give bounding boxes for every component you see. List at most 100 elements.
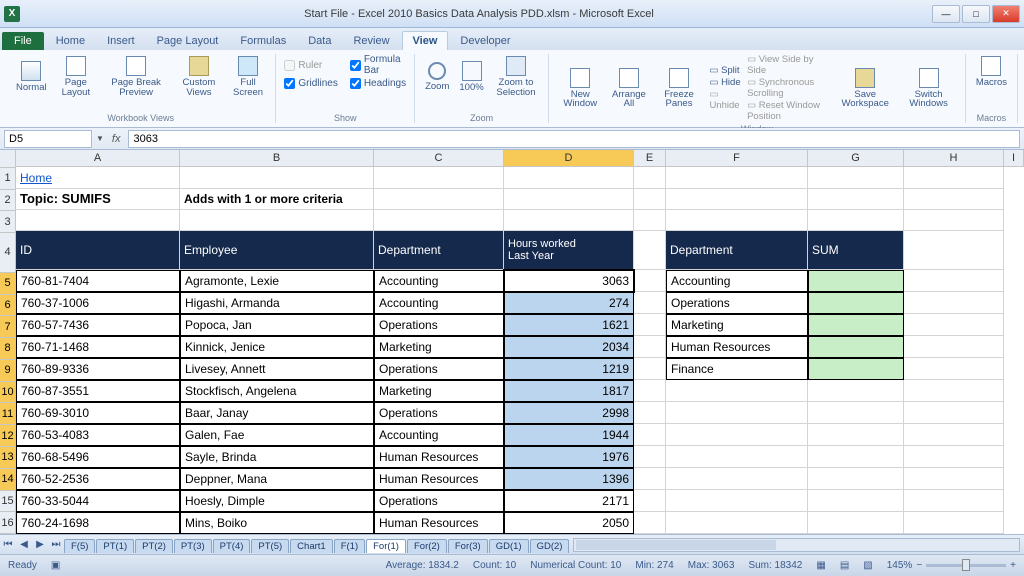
freeze-panes-button[interactable]: Freeze Panes: [655, 66, 704, 111]
cell[interactable]: Higashi, Armanda: [180, 292, 374, 314]
cell[interactable]: [634, 468, 666, 490]
cell[interactable]: [904, 270, 1004, 292]
horizontal-scrollbar[interactable]: [573, 538, 1020, 552]
cell[interactable]: 760-69-3010: [16, 402, 180, 424]
cell[interactable]: Operations: [374, 314, 504, 336]
cell[interactable]: Human Resources: [374, 446, 504, 468]
hide-button[interactable]: ▭ Hide: [709, 77, 741, 88]
cell[interactable]: [904, 424, 1004, 446]
cell[interactable]: [666, 167, 808, 188]
tab-page-layout[interactable]: Page Layout: [147, 32, 229, 50]
save-workspace-button[interactable]: Save Workspace: [836, 66, 894, 111]
cell[interactable]: [634, 292, 666, 314]
cell[interactable]: 760-52-2536: [16, 468, 180, 490]
gridlines-checkbox[interactable]: Gridlines: [284, 78, 337, 89]
cell[interactable]: [808, 380, 904, 402]
cell[interactable]: [808, 336, 904, 358]
row-header[interactable]: 1: [0, 168, 15, 190]
cell[interactable]: 760-81-7404: [16, 270, 180, 292]
cell[interactable]: [666, 446, 808, 468]
cell[interactable]: 760-87-3551: [16, 380, 180, 402]
row-header[interactable]: 11: [0, 403, 15, 425]
cell[interactable]: [666, 512, 808, 534]
cell[interactable]: [904, 336, 1004, 358]
dropdown-icon[interactable]: ▼: [96, 134, 104, 143]
sheet-tab[interactable]: For(1): [366, 539, 406, 553]
row-header[interactable]: 14: [0, 469, 15, 491]
cell[interactable]: [374, 189, 504, 210]
cell[interactable]: 760-53-4083: [16, 424, 180, 446]
cell[interactable]: 760-68-5496: [16, 446, 180, 468]
cell[interactable]: [374, 167, 504, 188]
cell[interactable]: Adds with 1 or more criteria: [180, 189, 374, 210]
row-header[interactable]: 2: [0, 190, 15, 212]
cell[interactable]: [904, 358, 1004, 380]
cell[interactable]: [504, 210, 634, 231]
sheet-tab[interactable]: PT(3): [174, 539, 212, 553]
cell[interactable]: 2034: [504, 336, 634, 358]
cell[interactable]: Human Resources: [374, 468, 504, 490]
cell[interactable]: [16, 210, 180, 231]
cell[interactable]: [904, 167, 1004, 188]
sheet-tab[interactable]: PT(1): [96, 539, 134, 553]
cell[interactable]: [904, 231, 1004, 270]
cell[interactable]: Operations: [666, 292, 808, 314]
cell[interactable]: Operations: [374, 402, 504, 424]
cell[interactable]: Operations: [374, 358, 504, 380]
new-window-button[interactable]: New Window: [557, 66, 603, 111]
cell[interactable]: Operations: [374, 490, 504, 512]
col-header[interactable]: A: [16, 150, 180, 167]
cell[interactable]: [504, 167, 634, 188]
cell[interactable]: [666, 402, 808, 424]
cell[interactable]: [666, 424, 808, 446]
cell[interactable]: Galen, Fae: [180, 424, 374, 446]
split-button[interactable]: ▭ Split: [709, 65, 741, 76]
tab-review[interactable]: Review: [343, 32, 399, 50]
view-layout-icon[interactable]: ▤: [840, 560, 849, 571]
cell[interactable]: Accounting: [374, 292, 504, 314]
zoom-in-button[interactable]: +: [1010, 560, 1016, 571]
view-break-icon[interactable]: ▧: [863, 560, 872, 571]
cell[interactable]: 760-33-5044: [16, 490, 180, 512]
cell[interactable]: [808, 468, 904, 490]
cell[interactable]: [904, 380, 1004, 402]
fx-icon[interactable]: fx: [108, 133, 125, 145]
cell[interactable]: [808, 167, 904, 188]
cell[interactable]: [634, 380, 666, 402]
cell[interactable]: [634, 512, 666, 534]
cell[interactable]: Home: [16, 167, 180, 188]
cell[interactable]: Marketing: [374, 336, 504, 358]
select-all-corner[interactable]: [0, 150, 15, 168]
cell[interactable]: Livesey, Annett: [180, 358, 374, 380]
cell[interactable]: [634, 167, 666, 188]
cell[interactable]: [808, 210, 904, 231]
zoom-out-button[interactable]: −: [916, 560, 922, 571]
row-header[interactable]: 12: [0, 425, 15, 447]
tab-data[interactable]: Data: [298, 32, 341, 50]
cell[interactable]: [634, 490, 666, 512]
table-header[interactable]: Employee: [180, 231, 374, 270]
sheet-tab[interactable]: F(5): [64, 539, 95, 553]
cell[interactable]: [904, 490, 1004, 512]
cell[interactable]: [180, 210, 374, 231]
cell[interactable]: [808, 270, 904, 292]
cell[interactable]: [666, 380, 808, 402]
custom-views-button[interactable]: Custom Views: [175, 54, 223, 99]
cell[interactable]: [180, 167, 374, 188]
file-tab[interactable]: File: [2, 32, 44, 50]
cell[interactable]: [904, 210, 1004, 231]
cell[interactable]: 760-37-1006: [16, 292, 180, 314]
cell[interactable]: [904, 314, 1004, 336]
cell[interactable]: Topic: SUMIFS: [16, 189, 180, 210]
cell[interactable]: [504, 189, 634, 210]
cell[interactable]: [904, 402, 1004, 424]
formula-bar-checkbox[interactable]: Formula Bar: [350, 54, 406, 76]
view-normal-icon[interactable]: ▦: [816, 560, 825, 571]
table-header[interactable]: Department: [666, 231, 808, 270]
tab-formulas[interactable]: Formulas: [230, 32, 296, 50]
first-sheet-button[interactable]: ⏮: [0, 537, 16, 553]
col-header[interactable]: H: [904, 150, 1004, 167]
close-button[interactable]: ✕: [992, 5, 1020, 23]
row-header[interactable]: 3: [0, 211, 15, 233]
row-header[interactable]: 16: [0, 512, 15, 534]
